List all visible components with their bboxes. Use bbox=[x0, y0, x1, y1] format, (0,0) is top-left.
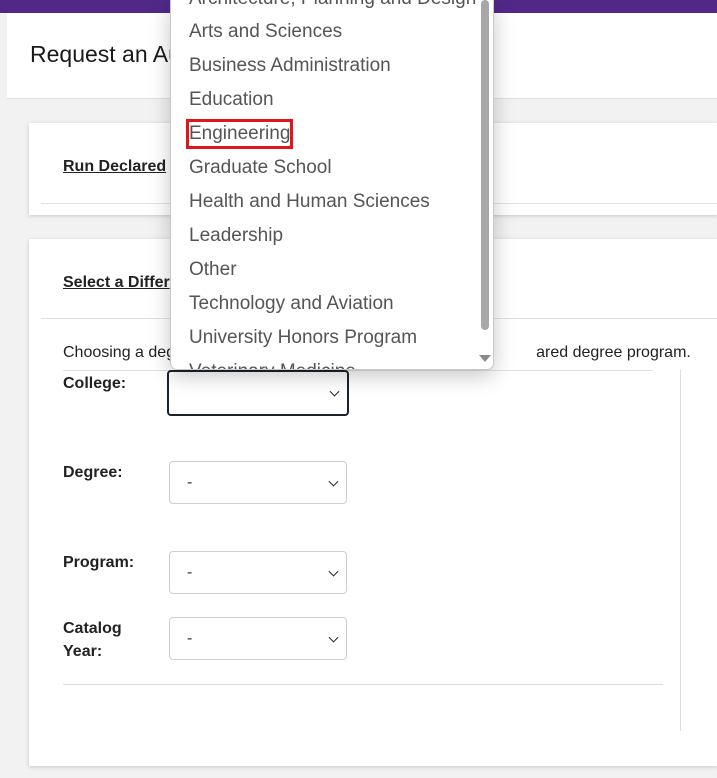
college-label: College: bbox=[63, 375, 127, 392]
catalog-label-line1: Catalog bbox=[63, 620, 122, 637]
option-other[interactable]: Other bbox=[189, 258, 237, 282]
program-select[interactable]: - bbox=[169, 551, 347, 594]
program-label: Program: bbox=[63, 554, 135, 571]
option-engineering[interactable]: Engineering bbox=[185, 119, 294, 149]
degree-select[interactable]: - bbox=[169, 461, 347, 504]
page-title: Request an Au bbox=[30, 41, 181, 67]
vertical-divider bbox=[680, 370, 681, 731]
option-graduate-school[interactable]: Graduate School bbox=[189, 156, 332, 180]
option-veterinary-medicine[interactable]: Veterinary Medicine bbox=[189, 360, 356, 369]
chevron-down-icon bbox=[328, 566, 339, 577]
help-text-right: ared degree program. bbox=[536, 344, 691, 361]
option-technology-and-aviation[interactable]: Technology and Aviation bbox=[189, 292, 394, 316]
scroll-down-arrow-icon[interactable] bbox=[479, 355, 491, 362]
chevron-down-icon bbox=[328, 476, 339, 487]
college-select[interactable] bbox=[167, 370, 349, 416]
help-text-left: Choosing a deg bbox=[63, 344, 176, 361]
dropdown-scrollbar[interactable] bbox=[481, 0, 489, 330]
option-university-honors-program[interactable]: University Honors Program bbox=[189, 326, 417, 350]
chevron-down-icon bbox=[329, 386, 340, 397]
catalog-year-label: Catalog Year: bbox=[63, 617, 122, 663]
catalog-label-line2: Year: bbox=[63, 643, 103, 660]
degree-select-value: - bbox=[187, 474, 193, 491]
option-arts-and-sciences[interactable]: Arts and Sciences bbox=[189, 20, 342, 44]
option-architecture[interactable]: Architecture, Planning and Design bbox=[189, 0, 476, 11]
option-business-administration[interactable]: Business Administration bbox=[189, 54, 391, 78]
option-health-and-human-sciences[interactable]: Health and Human Sciences bbox=[189, 190, 430, 214]
run-declared-link[interactable]: Run Declared bbox=[63, 158, 166, 176]
program-select-value: - bbox=[187, 564, 193, 581]
chevron-down-icon bbox=[328, 632, 339, 643]
option-education[interactable]: Education bbox=[189, 88, 274, 112]
divider bbox=[63, 370, 653, 371]
catalog-year-select[interactable]: - bbox=[169, 617, 347, 660]
degree-label: Degree: bbox=[63, 464, 123, 481]
college-dropdown-list[interactable]: Architecture, Planning and Design Arts a… bbox=[170, 0, 494, 370]
catalog-select-value: - bbox=[187, 630, 193, 647]
divider bbox=[63, 684, 663, 685]
option-leadership[interactable]: Leadership bbox=[189, 224, 283, 248]
select-different-link[interactable]: Select a Differ bbox=[63, 274, 170, 292]
